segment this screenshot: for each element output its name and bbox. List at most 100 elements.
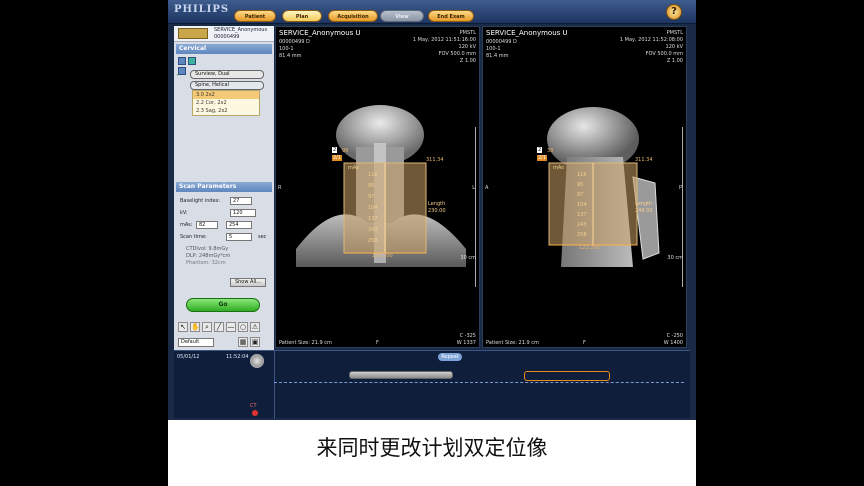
viewer-right[interactable]: SERVICE_Anonymous U 00000499 D 100-1 81.… bbox=[482, 26, 687, 348]
video-frame: PHILIPS Patient Plan Acquisition View En… bbox=[0, 0, 864, 486]
mas-field[interactable]: 82 bbox=[196, 221, 218, 229]
left-mas-label: mAs bbox=[348, 165, 359, 171]
scan-item-coronal[interactable]: 2.2 Cor, 2x2 bbox=[193, 99, 259, 107]
left-foot: F bbox=[376, 340, 379, 346]
pointer-icon[interactable]: ↖ bbox=[178, 322, 188, 332]
surview-item[interactable]: Surview, Dual bbox=[190, 70, 264, 79]
left-org: PMSTL bbox=[459, 30, 476, 36]
right-patient-name: SERVICE_Anonymous U bbox=[486, 29, 568, 37]
viewer-left[interactable]: SERVICE_Anonymous U 00000499 D 100-1 81.… bbox=[275, 26, 480, 348]
right-length-value: 248.00 bbox=[635, 208, 653, 214]
scan-block-surview[interactable] bbox=[349, 371, 453, 379]
left-length-value: 230.00 bbox=[428, 208, 446, 214]
line-icon[interactable]: ╱ bbox=[214, 322, 224, 332]
left-series: 100-1 bbox=[279, 46, 294, 52]
left-plan-label[interactable]: 2/1 bbox=[332, 155, 343, 161]
patient-id: 00000499 bbox=[214, 34, 240, 40]
repeat-badge[interactable]: Repeat bbox=[438, 353, 462, 361]
tab-acquisition[interactable]: Acquisition bbox=[328, 10, 378, 22]
right-mas-3: 97 bbox=[577, 192, 584, 198]
right-series: 100-1 bbox=[486, 46, 501, 52]
scan-item-sagittal[interactable]: 2.3 Sag, 2x2 bbox=[193, 107, 259, 115]
kv-select[interactable]: 120 bbox=[230, 209, 256, 217]
left-c: C -325 bbox=[459, 333, 476, 339]
scan-params-title: Scan Parameters bbox=[176, 182, 272, 192]
right-bottom-pos: 122.200 bbox=[579, 245, 600, 251]
protocol-icon[interactable] bbox=[188, 57, 196, 65]
hand-icon[interactable]: ✋ bbox=[190, 322, 200, 332]
right-kv: 120 kV bbox=[665, 44, 683, 50]
ct-label: CT bbox=[250, 403, 257, 409]
right-length-label: Length bbox=[635, 201, 653, 207]
left-mas-7: 258 bbox=[368, 238, 378, 244]
baselight-label: Baselight index: bbox=[180, 198, 221, 204]
helical-item[interactable]: Spine, Helical bbox=[190, 81, 264, 90]
left-pos1: 98 bbox=[342, 148, 349, 154]
right-zoom: Z 1.00 bbox=[666, 58, 683, 64]
right-mas-5: 137 bbox=[577, 212, 587, 218]
right-mm: 81.4 mm bbox=[486, 53, 509, 59]
left-length-label: Length bbox=[428, 201, 446, 207]
baselight-field[interactable]: 27 bbox=[230, 197, 252, 205]
right-mas-4: 104 bbox=[577, 202, 587, 208]
ct-status-icon bbox=[252, 410, 258, 416]
tab-end-exam[interactable]: End Exam bbox=[428, 10, 474, 22]
timeline-track bbox=[274, 382, 684, 383]
right-pos1: 38 bbox=[547, 148, 554, 154]
left-orient-r: R bbox=[278, 185, 282, 191]
left-mas-4: 104 bbox=[368, 205, 378, 211]
phantom-value: Phantom: 32cm bbox=[186, 260, 226, 266]
left-date: 1 May, 2012 11:51:16:00 bbox=[412, 37, 476, 43]
timeline-time: 11:52:04 bbox=[226, 354, 249, 360]
timer-dial-icon[interactable] bbox=[250, 354, 264, 368]
patient-card-icon bbox=[178, 28, 208, 39]
right-plan-label[interactable]: 2/1 bbox=[537, 155, 548, 161]
scan-time-field[interactable]: 5 bbox=[226, 233, 252, 241]
right-scout-image bbox=[547, 107, 660, 267]
help-icon[interactable]: ? bbox=[666, 4, 682, 20]
left-bottom-pos: 150.200 bbox=[372, 253, 393, 259]
save-icon[interactable]: ▣ bbox=[250, 337, 260, 347]
protocol-title: Cervical bbox=[176, 44, 272, 54]
right-fov: FOV 500.0 mm bbox=[645, 51, 683, 57]
tab-view[interactable]: View bbox=[380, 10, 424, 22]
scan-item-axial[interactable]: 3.0 2x2 bbox=[193, 91, 259, 99]
scan-time-unit: sec bbox=[258, 234, 267, 240]
scan-block-helical[interactable] bbox=[524, 371, 610, 381]
patient-name: SERVICE_Anonymous bbox=[214, 27, 268, 33]
tab-patient[interactable]: Patient bbox=[234, 10, 276, 22]
ctdi-value: CTDIvol: 9.8mGy bbox=[186, 246, 229, 252]
right-plan-number: 2 bbox=[537, 147, 543, 153]
tab-plan[interactable]: Plan bbox=[282, 10, 322, 22]
right-org: PMSTL bbox=[666, 30, 683, 36]
right-mas-7: 258 bbox=[577, 232, 587, 238]
check-icon: ✓ bbox=[176, 72, 181, 78]
warning-icon[interactable]: ⚠ bbox=[250, 322, 260, 332]
left-patient-size: Patient Size: 21.9 cm bbox=[279, 340, 332, 346]
timeline-date: 05/01/12 bbox=[177, 354, 200, 360]
circle-icon[interactable]: ○ bbox=[238, 322, 248, 332]
scan-time-label: Scan time: bbox=[180, 234, 207, 240]
right-c: C -250 bbox=[666, 333, 683, 339]
left-fov: FOV 500.0 mm bbox=[438, 51, 476, 57]
default-select[interactable]: Default bbox=[178, 338, 214, 347]
scan-list: 3.0 2x2 2.2 Cor, 2x2 2.3 Sag, 2x2 bbox=[192, 90, 260, 116]
right-mas-2: 95 bbox=[577, 182, 584, 188]
right-patient-size: Patient Size: 21.9 cm bbox=[486, 340, 539, 346]
grid-icon[interactable] bbox=[178, 57, 186, 65]
right-orient-a: A bbox=[485, 185, 489, 191]
left-pos2: 311.34 bbox=[426, 157, 444, 163]
left-mas-2: 95 bbox=[368, 183, 375, 189]
left-w: W 1337 bbox=[456, 340, 476, 346]
dash-icon[interactable]: — bbox=[226, 322, 236, 332]
left-scale: 30 cm bbox=[460, 255, 476, 261]
show-all-button[interactable]: Show All... bbox=[230, 278, 266, 287]
layout-icon[interactable]: ▦ bbox=[238, 337, 248, 347]
left-plan-number: 2 bbox=[332, 147, 338, 153]
zoom-icon[interactable]: ⌕ bbox=[202, 322, 212, 332]
go-button[interactable]: Go bbox=[186, 298, 260, 312]
left-ruler bbox=[472, 127, 476, 287]
left-patient-id: 00000499 D bbox=[279, 39, 310, 45]
patient-header: SERVICE_Anonymous 00000499 bbox=[174, 26, 274, 42]
mas-field-2[interactable]: 254 bbox=[226, 221, 252, 229]
